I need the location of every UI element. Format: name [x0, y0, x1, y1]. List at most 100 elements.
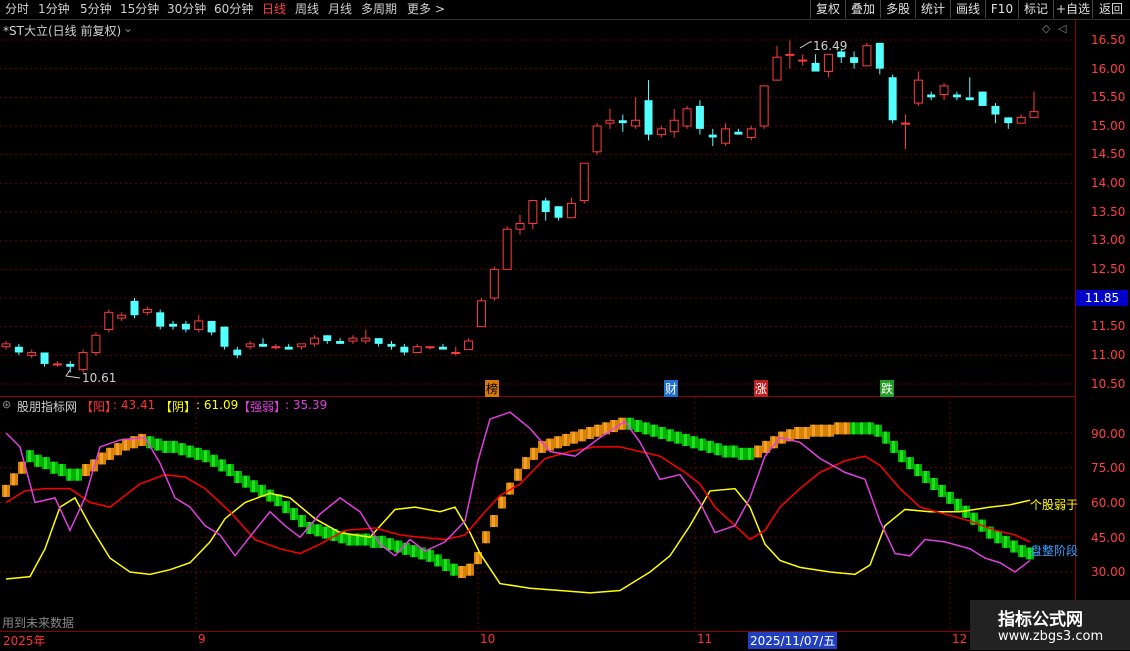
candle-body-up — [425, 346, 435, 349]
trend-block-hl — [292, 508, 295, 521]
trend-block-hl — [908, 457, 911, 470]
trend-block-hl — [252, 480, 255, 493]
candle-body-up — [913, 79, 923, 104]
trend-block-hl — [572, 431, 575, 444]
date-label: 11 — [697, 632, 713, 646]
trend-block-hl — [668, 429, 671, 442]
candle-body-down — [284, 346, 293, 350]
candle-body-up — [78, 351, 88, 371]
trend-block-hl — [1012, 540, 1015, 553]
ind-tick: 45.00 — [1091, 531, 1126, 545]
trend-block-hl — [532, 447, 535, 460]
trend-block-hl — [636, 420, 639, 433]
trend-block-hl — [492, 515, 495, 528]
trend-block-hl — [500, 496, 503, 509]
candle-body-down — [618, 120, 627, 124]
trend-block-hl — [804, 427, 807, 439]
price-tick: 16.00 — [1091, 62, 1126, 76]
candle-body-up — [27, 351, 37, 356]
trend-block-hl — [692, 436, 695, 449]
trend-block-hl — [68, 468, 71, 481]
candle-body-up — [721, 128, 731, 144]
trend-block-hl — [116, 443, 119, 456]
trend-block-hl — [180, 443, 183, 456]
trend-block-hl — [588, 427, 591, 439]
candle-body-up — [592, 125, 602, 153]
candle-body-down — [811, 62, 820, 72]
candle-body-up — [245, 343, 255, 348]
candle-body-up — [297, 343, 307, 348]
indicator-name[interactable]: 股朋指标网 — [17, 398, 77, 415]
trend-block-hl — [436, 554, 439, 567]
trend-block-hl — [484, 531, 487, 544]
trend-block-hl — [44, 457, 47, 470]
event-tag-bang[interactable]: 榜 — [485, 380, 500, 397]
trend-block-hl — [348, 533, 351, 546]
candle-body-up — [901, 122, 910, 125]
annot-blue: 盘整阶段 — [1030, 544, 1079, 558]
trend-block-hl — [812, 424, 815, 437]
trend-block-hl — [364, 533, 367, 546]
date-label: 12 — [952, 632, 968, 646]
event-tag-die[interactable]: 跌 — [880, 380, 895, 397]
trend-block-hl — [140, 433, 143, 446]
expand-icon[interactable]: ◁ — [1058, 22, 1066, 35]
candle-body-up — [91, 334, 101, 353]
trend-block-hl — [244, 475, 247, 488]
kline-chart[interactable] — [0, 0, 1130, 650]
yin-line — [5, 487, 1031, 594]
trend-block-hl — [76, 468, 79, 481]
trend-block-hl — [52, 461, 55, 474]
event-tag-zhang[interactable]: 涨 — [754, 380, 769, 397]
current-price-badge: 11.85 — [1076, 290, 1128, 306]
trend-block-hl — [460, 566, 463, 578]
candle-body-up — [566, 202, 576, 219]
trend-block-hl — [236, 471, 239, 484]
trend-block-hl — [316, 524, 319, 537]
candle-body-down — [207, 320, 216, 333]
trend-block-hl — [388, 538, 391, 551]
candle-body-down — [952, 94, 961, 98]
candle-body-up — [348, 337, 358, 342]
trend-block-hl — [708, 440, 711, 453]
trend-block-hl — [948, 491, 951, 504]
candle-body-up — [798, 59, 808, 62]
candle-body-up — [361, 337, 371, 342]
date-axis — [0, 631, 1075, 651]
trend-block-hl — [820, 424, 823, 437]
candle-body-down — [66, 363, 75, 367]
trend-block-hl — [1004, 535, 1007, 548]
trend-block-hl — [524, 457, 527, 470]
trend-block-hl — [396, 540, 399, 553]
trend-block-hl — [924, 471, 927, 484]
candle-body-up — [682, 108, 692, 127]
trend-block-hl — [900, 450, 903, 463]
price-tick: 12.50 — [1091, 262, 1126, 276]
candle-body-up — [631, 119, 641, 127]
candle-body-down — [695, 105, 704, 129]
candle-body-down — [323, 335, 332, 341]
trend-block-hl — [332, 528, 335, 541]
diamond-icon[interactable]: ◇ — [1042, 22, 1050, 35]
candle-body-up — [759, 85, 769, 127]
candle-body-down — [336, 341, 345, 344]
candle-body-down — [991, 105, 1000, 115]
price-tick: 13.00 — [1091, 233, 1126, 247]
trend-block-hl — [652, 424, 655, 437]
ind-tick: 60.00 — [1091, 496, 1126, 510]
candle-body-up — [104, 311, 114, 331]
trend-block-hl — [892, 440, 895, 453]
candle-body-down — [644, 100, 653, 135]
chevron-down-icon[interactable]: ⌄ — [123, 21, 133, 35]
low-pointer — [65, 369, 81, 379]
price-tick: 15.50 — [1091, 90, 1126, 104]
candle-body-down — [233, 349, 242, 356]
candle-body-down — [14, 346, 23, 353]
candle-body-up — [117, 314, 127, 319]
event-tag-cai[interactable]: 财 — [664, 380, 679, 397]
candle-body-up — [579, 162, 589, 202]
gear-icon[interactable]: ⊛ — [2, 398, 11, 411]
trend-block-hl — [444, 559, 447, 572]
price-tick: 11.50 — [1091, 319, 1126, 333]
trend-block-hl — [260, 484, 263, 497]
